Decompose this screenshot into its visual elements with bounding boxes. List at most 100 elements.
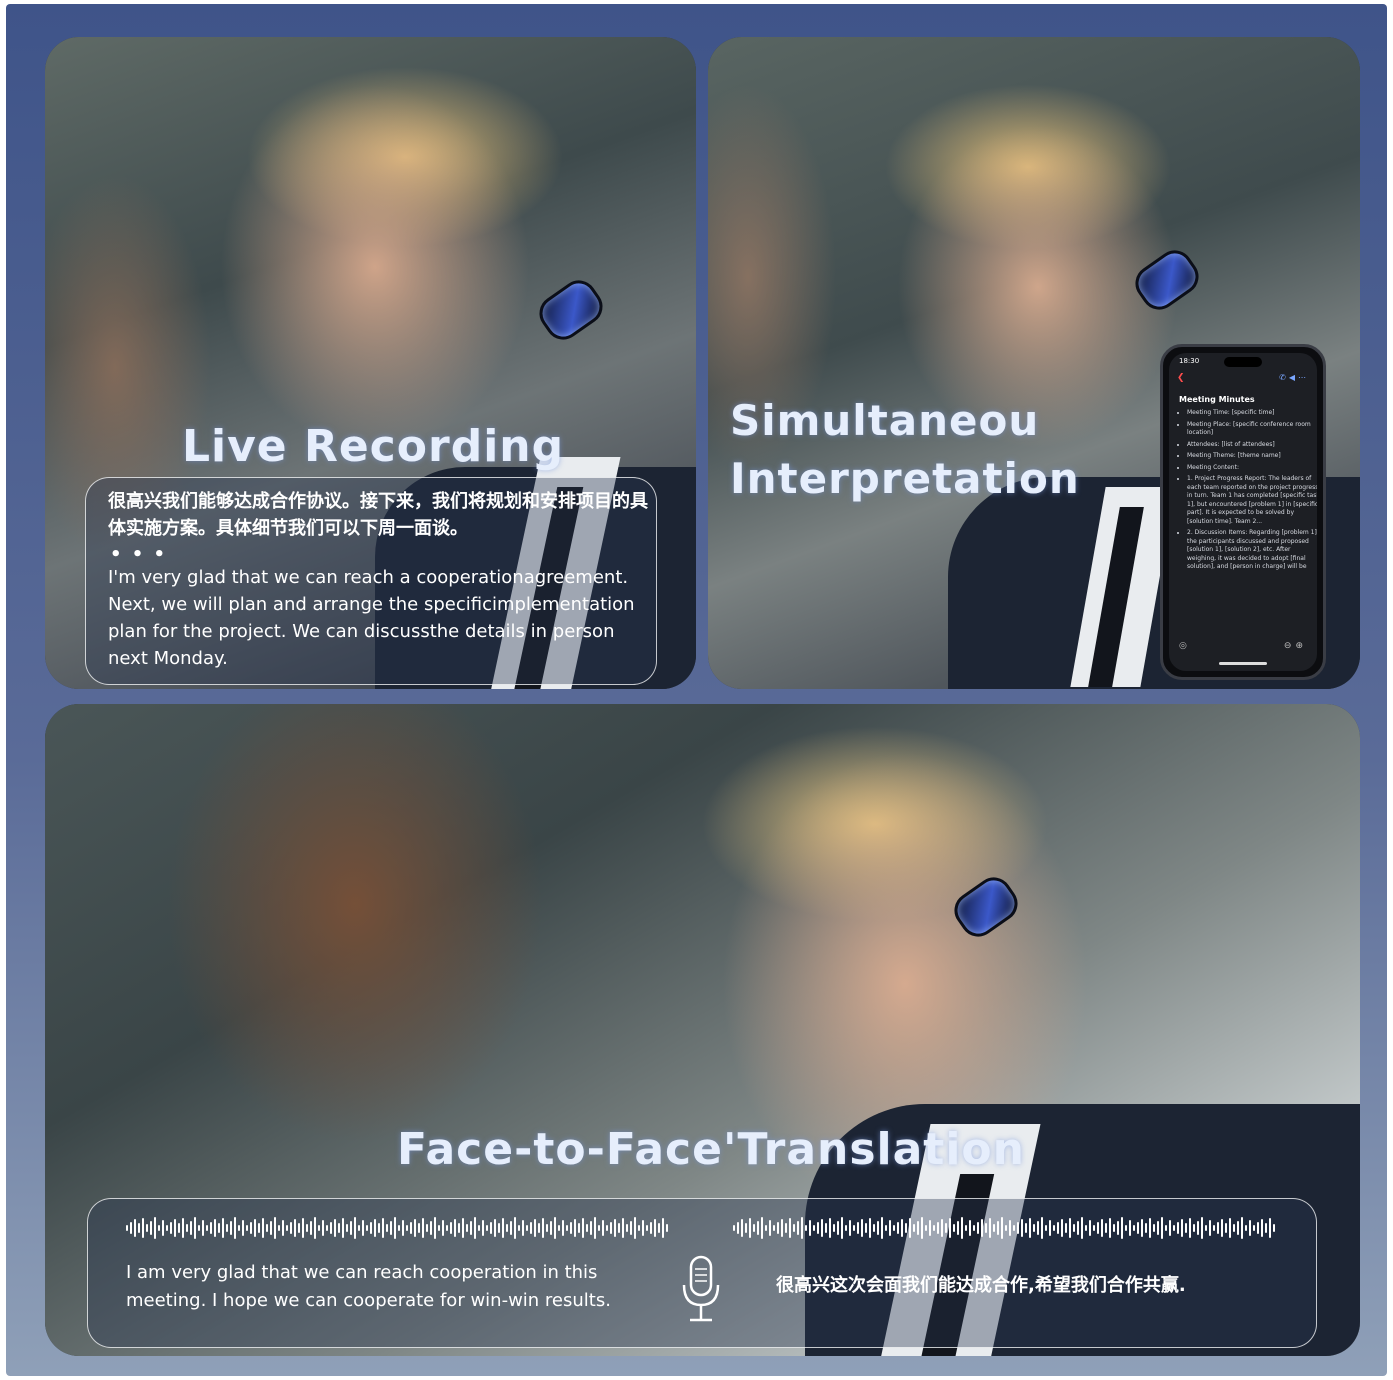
soundwave-bar [777,1222,779,1234]
soundwave-bar [254,1219,256,1237]
soundwave-bar [869,1218,871,1238]
simultaneous-interpretation-title: Simultaneou Interpretation [730,392,1110,508]
soundwave-bar [937,1222,939,1234]
soundwave-bar [997,1221,999,1235]
soundwave-bar [378,1223,380,1233]
soundwave-bar [1049,1220,1051,1236]
camera-icon[interactable]: ◎ [1179,641,1187,651]
soundwave-bar [330,1222,332,1234]
soundwave-bar [1037,1221,1039,1235]
soundwave-bar [1237,1221,1239,1235]
soundwave-bar [318,1225,320,1231]
soundwave-bar [1201,1217,1203,1239]
soundwave-bar [1053,1225,1055,1231]
soundwave-bar [234,1217,236,1239]
soundwave-bar [154,1217,156,1239]
soundwave-bar [650,1222,652,1234]
soundwave-bar [602,1220,604,1236]
soundwave-bar [442,1220,444,1236]
soundwave-bar [897,1222,899,1234]
list-item: 2. Discussion Items: Regarding [problem … [1187,529,1317,572]
soundwave-bar [526,1225,528,1231]
soundwave-bar [322,1220,324,1236]
soundwave-bar [893,1225,895,1231]
soundwave-bar [362,1220,364,1236]
soundwave-bar [1001,1217,1003,1239]
soundwave-bar [1109,1218,1111,1238]
soundwave-bar [454,1219,456,1237]
soundwave-bar [789,1218,791,1238]
transcript-box: 很高兴我们能够达成合作协议。接下来，我们将规划和安排项目的具体实施方案。具体细节… [85,477,657,685]
microphone-icon [682,1255,720,1322]
soundwave-bar [1177,1222,1179,1234]
soundwave-bar [1117,1221,1119,1235]
soundwave-bar [218,1223,220,1233]
soundwave-bar [1041,1217,1043,1239]
soundwave-bar [973,1225,975,1231]
soundwave-bar [909,1218,911,1238]
soundwave-bar [1189,1218,1191,1238]
soundwave-bar [342,1218,344,1238]
soundwave-bar [394,1217,396,1239]
phone-back-icon[interactable]: ❮ [1177,373,1185,383]
soundwave-bar [430,1221,432,1235]
soundwave-bar [190,1221,192,1235]
face-to-face-title: Face-to-Face'Translation [397,1124,1025,1175]
soundwave-bar [366,1225,368,1231]
soundwave-bar [929,1220,931,1236]
soundwave-bar [1169,1220,1171,1236]
soundwave-bar [797,1221,799,1235]
soundwave-bar [550,1221,552,1235]
soundwave-bar [438,1225,440,1231]
soundwave-bar [1257,1222,1259,1234]
soundwave-bar [969,1220,971,1236]
soundwave-bar [1141,1219,1143,1237]
chinese-transcript: 很高兴我们能够达成合作协议。接下来，我们将规划和安排项目的具体实施方案。具体细节… [108,491,648,539]
soundwave-bar [873,1224,875,1232]
list-item: 1. Project Progress Report: The leaders … [1187,475,1317,526]
soundwave-bar [993,1224,995,1232]
soundwave-bar [981,1219,983,1237]
soundwave-bar [1121,1217,1123,1239]
soundwave-bar [610,1222,612,1234]
phone-controls-icon[interactable]: ⊖⊕ [1284,641,1307,651]
soundwave-bar [1229,1218,1231,1238]
soundwave-bar [250,1222,252,1234]
soundwave-bar [1233,1224,1235,1232]
title-line-2: Interpretation [730,454,1080,503]
collage-frame: Live Recording 很高兴我们能够达成合作协议。接下来，我们将规划和安… [6,4,1387,1376]
soundwave-bar [386,1224,388,1232]
soundwave-bar [821,1219,823,1237]
soundwave-bar [578,1223,580,1233]
soundwave-bar [482,1220,484,1236]
soundwave-bar [1253,1225,1255,1231]
soundwave-bar [853,1225,855,1231]
soundwave-bar [913,1224,915,1232]
soundwave-bar [354,1217,356,1239]
soundwave-bar [785,1223,787,1233]
soundwave-bar [406,1225,408,1231]
meeting-minutes-heading: Meeting Minutes [1179,395,1255,404]
dynamic-island [1224,357,1262,367]
soundwave-bar [278,1225,280,1231]
soundwave-bar [238,1225,240,1231]
soundwave-bar [1009,1220,1011,1236]
soundwave-bar [222,1218,224,1238]
soundwave-bar [346,1224,348,1232]
home-indicator[interactable] [1219,662,1267,665]
soundwave-bar [570,1222,572,1234]
meeting-minutes-list: Meeting Time: [specific time] Meeting Pl… [1177,409,1317,575]
soundwave-bar [486,1225,488,1231]
phone-toolbar-icons[interactable]: ✆◀⋯ [1279,373,1309,382]
soundwave-bar [1269,1218,1271,1238]
soundwave-bar [662,1218,664,1238]
soundwave-bar [1017,1222,1019,1234]
soundwave-bar [558,1225,560,1231]
soundwave-bar [1105,1223,1107,1233]
soundwave-bar [310,1221,312,1235]
soundwave-bar [266,1224,268,1232]
soundwave-bar [178,1223,180,1233]
soundwave-bar [514,1217,516,1239]
soundwave-bar [198,1225,200,1231]
soundwave-bar [206,1225,208,1231]
